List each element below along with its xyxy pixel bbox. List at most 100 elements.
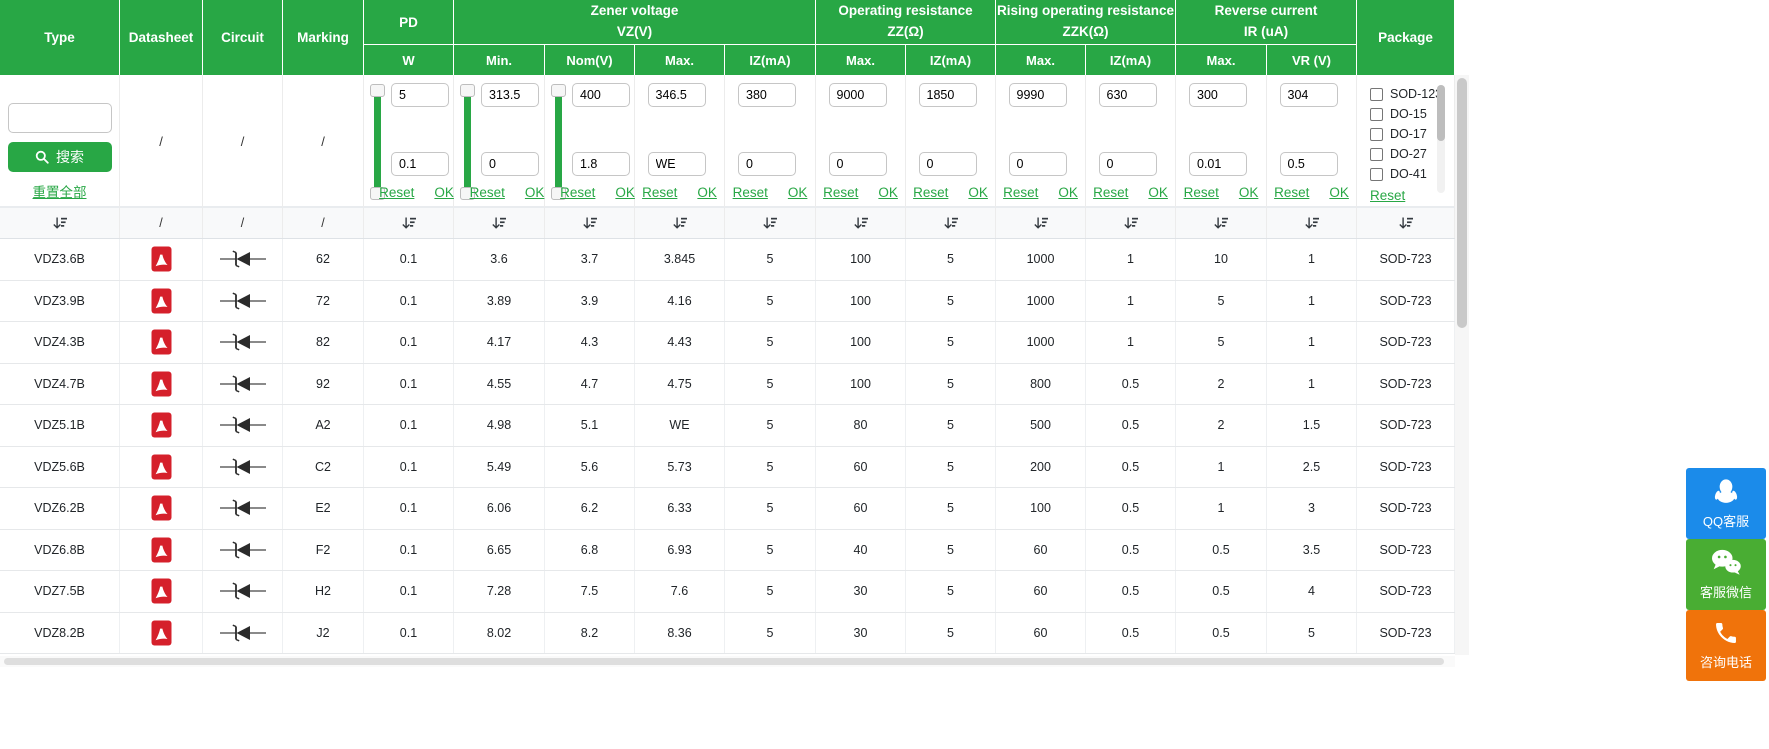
vr-reset-link[interactable]: Reset	[1274, 185, 1309, 200]
contact-button-wechat[interactable]: 客服微信	[1686, 539, 1766, 610]
checkbox-icon[interactable]	[1370, 87, 1383, 101]
vz-nom-upper-input[interactable]	[572, 83, 630, 107]
pdf-file-icon[interactable]	[151, 288, 172, 314]
vz-nom-lower-input[interactable]	[572, 152, 630, 176]
package-option-sod-123[interactable]: SOD-123	[1370, 84, 1444, 104]
vz-min-slider-upper-handle[interactable]	[460, 84, 475, 97]
zzk-iz-ok-link[interactable]: OK	[1148, 185, 1168, 200]
vz-nom-sort-button[interactable]	[545, 208, 635, 238]
vz-min-range-slider[interactable]	[460, 84, 475, 200]
pd-ok-link[interactable]: OK	[434, 185, 454, 200]
datasheet-cell[interactable]	[120, 529, 203, 570]
vz-nom-reset-link[interactable]: Reset	[560, 185, 595, 200]
vz-min-upper-input[interactable]	[481, 83, 539, 107]
zz-iz-ok-link[interactable]: OK	[968, 185, 988, 200]
zz-iz-upper-input[interactable]	[918, 83, 977, 107]
checkbox-icon[interactable]	[1370, 127, 1383, 141]
zz-max-ok-link[interactable]: OK	[878, 185, 898, 200]
datasheet-cell[interactable]	[120, 363, 203, 404]
pdf-file-icon[interactable]	[151, 246, 172, 272]
vz-iz-lower-input[interactable]	[738, 152, 796, 176]
vz-max-reset-link[interactable]: Reset	[642, 185, 677, 200]
package-list-scrollbar[interactable]	[1437, 85, 1445, 193]
pdf-file-icon[interactable]	[151, 329, 172, 355]
package-option-do-15[interactable]: DO-15	[1370, 104, 1444, 124]
vz-iz-ok-link[interactable]: OK	[788, 185, 808, 200]
zzk-iz-reset-link[interactable]: Reset	[1093, 185, 1128, 200]
checkbox-icon[interactable]	[1370, 147, 1383, 161]
reset-all-link[interactable]: 重置全部	[33, 181, 87, 201]
pdf-file-icon[interactable]	[151, 620, 172, 646]
zz-iz-lower-input[interactable]	[918, 152, 977, 176]
vr-sort-button[interactable]	[1267, 208, 1357, 238]
zz-iz-sort-button[interactable]	[906, 208, 996, 238]
search-button[interactable]: 搜索	[7, 142, 112, 172]
vz-nom-range-slider[interactable]	[551, 84, 566, 200]
pdf-file-icon[interactable]	[151, 454, 172, 480]
pd-upper-input[interactable]	[391, 83, 449, 107]
zz-max-sort-button[interactable]	[816, 208, 906, 238]
datasheet-cell[interactable]	[120, 322, 203, 363]
pd-slider-upper-handle[interactable]	[370, 84, 385, 97]
zzk-max-upper-input[interactable]	[1008, 83, 1067, 107]
pdf-file-icon[interactable]	[151, 537, 172, 563]
pdf-file-icon[interactable]	[151, 412, 172, 438]
ir-max-upper-input[interactable]	[1189, 83, 1247, 107]
vz-nom-ok-link[interactable]: OK	[615, 185, 635, 200]
vz-iz-upper-input[interactable]	[738, 83, 796, 107]
datasheet-cell[interactable]	[120, 571, 203, 612]
zzk-iz-sort-button[interactable]	[1086, 208, 1176, 238]
vertical-scrollbar-thumb[interactable]	[1457, 78, 1467, 328]
package-option-do-17[interactable]: DO-17	[1370, 124, 1444, 144]
checkbox-icon[interactable]	[1370, 107, 1383, 121]
package-option-do-41[interactable]: DO-41	[1370, 164, 1444, 184]
package-sort-button[interactable]	[1357, 208, 1455, 238]
contact-button-qq[interactable]: QQ客服	[1686, 468, 1766, 539]
vz-max-lower-input[interactable]	[647, 152, 706, 176]
vz-iz-sort-button[interactable]	[725, 208, 816, 238]
pd-sort-button[interactable]	[364, 208, 454, 238]
vz-min-ok-link[interactable]: OK	[525, 185, 545, 200]
ir-max-lower-input[interactable]	[1189, 152, 1247, 176]
zz-max-upper-input[interactable]	[828, 83, 887, 107]
type-search-input[interactable]	[7, 103, 112, 133]
datasheet-cell[interactable]	[120, 405, 203, 446]
datasheet-cell[interactable]	[120, 280, 203, 321]
datasheet-cell[interactable]	[120, 239, 203, 280]
vz-nom-slider-upper-handle[interactable]	[551, 84, 566, 97]
zzk-iz-lower-input[interactable]	[1098, 152, 1157, 176]
zzk-max-sort-button[interactable]	[996, 208, 1086, 238]
vz-max-upper-input[interactable]	[647, 83, 706, 107]
ir-max-ok-link[interactable]: OK	[1239, 185, 1259, 200]
vr-upper-input[interactable]	[1279, 83, 1338, 107]
vz-iz-reset-link[interactable]: Reset	[733, 185, 768, 200]
datasheet-cell[interactable]	[120, 446, 203, 487]
pdf-file-icon[interactable]	[151, 578, 172, 604]
package-reset-link[interactable]: Reset	[1370, 188, 1405, 203]
contact-button-phone[interactable]: 咨询电话	[1686, 610, 1766, 681]
vz-min-reset-link[interactable]: Reset	[470, 185, 505, 200]
vertical-scrollbar[interactable]	[1455, 75, 1469, 655]
package-option-do-27[interactable]: DO-27	[1370, 144, 1444, 164]
zzk-iz-upper-input[interactable]	[1098, 83, 1157, 107]
horizontal-scrollbar[interactable]	[0, 656, 1455, 667]
horizontal-scrollbar-thumb[interactable]	[4, 658, 1444, 665]
zz-max-lower-input[interactable]	[828, 152, 887, 176]
zz-max-reset-link[interactable]: Reset	[823, 185, 858, 200]
zzk-max-reset-link[interactable]: Reset	[1003, 185, 1038, 200]
pdf-file-icon[interactable]	[151, 371, 172, 397]
vr-ok-link[interactable]: OK	[1329, 185, 1349, 200]
pd-range-slider[interactable]	[370, 84, 385, 200]
vz-min-lower-input[interactable]	[481, 152, 539, 176]
pd-reset-link[interactable]: Reset	[379, 185, 414, 200]
zz-iz-reset-link[interactable]: Reset	[913, 185, 948, 200]
ir-max-sort-button[interactable]	[1176, 208, 1267, 238]
datasheet-cell[interactable]	[120, 612, 203, 653]
ir-max-reset-link[interactable]: Reset	[1184, 185, 1219, 200]
vz-max-ok-link[interactable]: OK	[697, 185, 717, 200]
vz-min-sort-button[interactable]	[454, 208, 545, 238]
zzk-max-lower-input[interactable]	[1008, 152, 1067, 176]
checkbox-icon[interactable]	[1370, 167, 1383, 181]
zzk-max-ok-link[interactable]: OK	[1058, 185, 1078, 200]
pdf-file-icon[interactable]	[151, 495, 172, 521]
